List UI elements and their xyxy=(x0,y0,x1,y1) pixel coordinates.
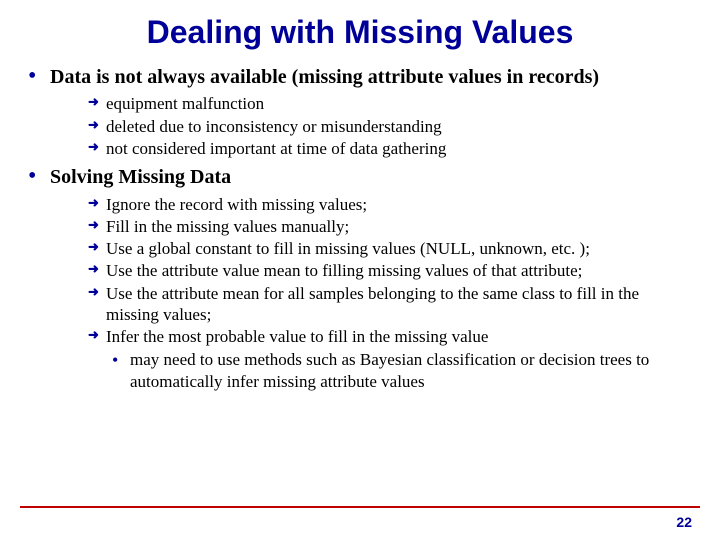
bullet-list-level2: equipment malfunction deleted due to inc… xyxy=(50,93,692,159)
l2-text: equipment malfunction xyxy=(106,94,264,113)
l2-text: Infer the most probable value to fill in… xyxy=(106,327,488,346)
footer-divider xyxy=(20,506,700,508)
bullet-list-level2: Ignore the record with missing values; F… xyxy=(50,194,692,392)
l2-text: deleted due to inconsistency or misunder… xyxy=(106,117,442,136)
l2-text: Use the attribute value mean to filling … xyxy=(106,261,582,280)
list-item: Fill in the missing values manually; xyxy=(50,216,692,237)
list-item: equipment malfunction xyxy=(50,93,692,114)
list-item: not considered important at time of data… xyxy=(50,138,692,159)
l2-text: Use a global constant to fill in missing… xyxy=(106,239,590,258)
l1-text: Data is not always available (missing at… xyxy=(50,66,599,88)
l2-text: not considered important at time of data… xyxy=(106,139,446,158)
list-item: Use the attribute mean for all samples b… xyxy=(50,283,692,326)
list-item: Solving Missing Data Ignore the record w… xyxy=(10,165,692,392)
l2-text: Fill in the missing values manually; xyxy=(106,217,349,236)
l2-text: Use the attribute mean for all samples b… xyxy=(106,284,639,324)
list-item: may need to use methods such as Bayesian… xyxy=(106,349,692,392)
bullet-list-level1: Data is not always available (missing at… xyxy=(10,65,692,392)
list-item: Infer the most probable value to fill in… xyxy=(50,326,692,392)
l3-text: may need to use methods such as Bayesian… xyxy=(130,350,649,390)
bullet-list-level3: may need to use methods such as Bayesian… xyxy=(106,349,692,392)
slide-content: Data is not always available (missing at… xyxy=(0,65,720,392)
l1-text: Solving Missing Data xyxy=(50,166,231,188)
list-item: Use a global constant to fill in missing… xyxy=(50,238,692,259)
list-item: Ignore the record with missing values; xyxy=(50,194,692,215)
list-item: Use the attribute value mean to filling … xyxy=(50,260,692,281)
slide: Dealing with Missing Values Data is not … xyxy=(0,0,720,540)
list-item: deleted due to inconsistency or misunder… xyxy=(50,116,692,137)
slide-title: Dealing with Missing Values xyxy=(0,0,720,55)
list-item: Data is not always available (missing at… xyxy=(10,65,692,159)
page-number: 22 xyxy=(676,514,692,530)
l2-text: Ignore the record with missing values; xyxy=(106,195,367,214)
